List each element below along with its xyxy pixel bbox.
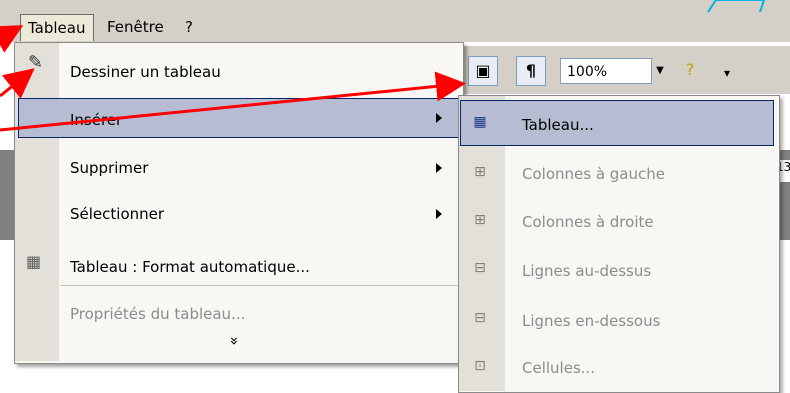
- annotation-arrows: [0, 0, 766, 132]
- annotation-box: [707, 0, 766, 13]
- annotation-arrow: [0, 71, 466, 132]
- annotation-arrow: [0, 68, 35, 99]
- annotation-arrow: [0, 25, 24, 53]
